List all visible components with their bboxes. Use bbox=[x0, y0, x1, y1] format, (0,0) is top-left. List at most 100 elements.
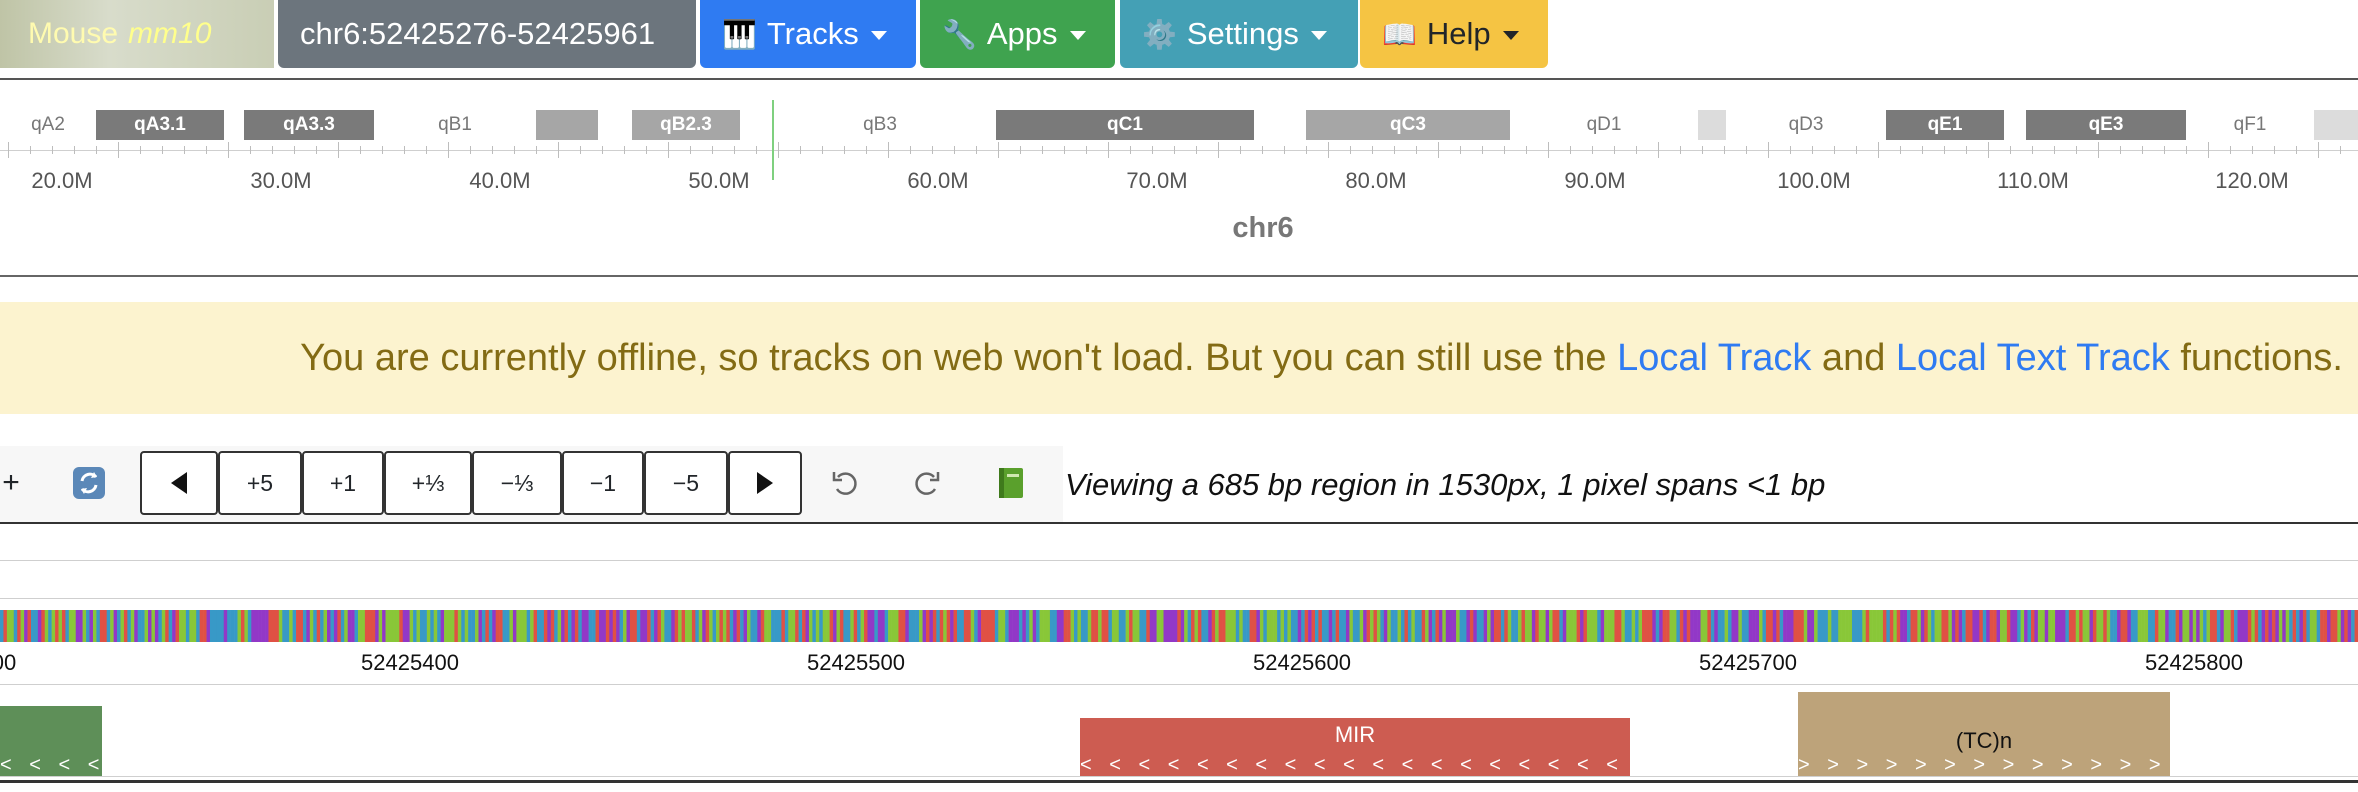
base-T bbox=[2282, 610, 2287, 642]
ruler-tick bbox=[2098, 142, 2099, 158]
reset-view-button[interactable] bbox=[66, 451, 112, 515]
apps-menu-button[interactable]: 🔧 Apps bbox=[920, 0, 1115, 68]
base-A bbox=[2051, 610, 2056, 642]
base-G bbox=[1366, 610, 1371, 642]
base-C bbox=[2351, 610, 2355, 642]
base-C bbox=[1514, 610, 1519, 642]
base-T bbox=[598, 610, 603, 642]
ruler-tick bbox=[580, 146, 581, 154]
base-C bbox=[664, 610, 669, 642]
local-track-link[interactable]: Local Track bbox=[1617, 337, 1811, 380]
base-T bbox=[1734, 610, 1739, 642]
ruler-tick bbox=[1306, 146, 1307, 154]
zoom-in-5-button[interactable]: +5 bbox=[218, 451, 302, 515]
caret-down-icon bbox=[1069, 30, 1086, 40]
ruler-tick bbox=[2186, 146, 2187, 154]
repeat-feature[interactable]: MIR < < < < < < < < < < < < < < < < < < <… bbox=[1080, 718, 1630, 776]
ruler-tick bbox=[8, 142, 9, 158]
base-A bbox=[189, 610, 194, 642]
base-A bbox=[10, 610, 15, 642]
base-G bbox=[1924, 610, 1929, 642]
help-menu-button[interactable]: 📖 Help bbox=[1360, 0, 1548, 68]
base-C bbox=[2289, 610, 2293, 642]
base-T bbox=[1363, 610, 1367, 642]
base-A bbox=[891, 610, 896, 642]
base-C bbox=[313, 610, 317, 642]
base-A bbox=[6, 610, 11, 642]
base-T bbox=[1900, 610, 1904, 642]
base-A bbox=[836, 610, 841, 642]
zoom-in-1-button[interactable]: +1 bbox=[302, 451, 384, 515]
base-C bbox=[1049, 610, 1054, 642]
tracks-menu-button[interactable]: 🎹 Tracks bbox=[700, 0, 916, 68]
alert-text: You are currently offline, so tracks on … bbox=[300, 336, 1618, 379]
base-C bbox=[1418, 610, 1422, 642]
dna-sequence-track[interactable] bbox=[0, 610, 2358, 642]
chromosome-ideogram[interactable]: qA2 qA3.1 qA3.3 qB1 qB2.3 qB3 qC1 qC3 qD1 qD3 qE1 q… bbox=[0, 110, 2358, 140]
base-G bbox=[2123, 610, 2128, 642]
base-C bbox=[419, 610, 424, 642]
base-T bbox=[877, 610, 882, 642]
genome-brand[interactable]: Mouse mm10 bbox=[0, 0, 274, 68]
base-A bbox=[2185, 610, 2190, 642]
base-G bbox=[1249, 610, 1254, 642]
button-label: −⅓ bbox=[500, 469, 534, 496]
base-T bbox=[89, 610, 94, 642]
base-C bbox=[667, 610, 672, 642]
redo-button[interactable] bbox=[904, 451, 950, 515]
base-A bbox=[698, 610, 703, 642]
repeat-feature[interactable]: (TC)n> > > > > > > > > > > > > > > > > >… bbox=[1798, 692, 2170, 776]
base-C bbox=[227, 610, 231, 642]
base-A bbox=[444, 610, 448, 642]
history-book-button[interactable] bbox=[990, 451, 1032, 515]
base-C bbox=[340, 610, 345, 642]
zoom-in-third-button[interactable]: +⅓ bbox=[384, 451, 472, 515]
base-A bbox=[1194, 610, 1199, 642]
zoom-out-third-button[interactable]: −⅓ bbox=[472, 451, 562, 515]
base-C bbox=[2065, 610, 2070, 642]
settings-menu-button[interactable]: ⚙️ Settings bbox=[1120, 0, 1358, 68]
base-G bbox=[1373, 610, 1378, 642]
base-C bbox=[1655, 610, 1660, 642]
ruler-tick bbox=[52, 146, 53, 154]
base-G bbox=[781, 610, 786, 642]
base-G bbox=[1796, 610, 1801, 642]
base-T bbox=[2347, 610, 2352, 642]
zoom-out-1-button[interactable]: −1 bbox=[562, 451, 644, 515]
base-T bbox=[2340, 610, 2345, 642]
base-A bbox=[1232, 610, 1237, 642]
base-A bbox=[1270, 610, 1274, 642]
base-C bbox=[554, 610, 558, 642]
coordinate-label: 52425800 bbox=[2145, 650, 2243, 675]
pan-right-button[interactable] bbox=[728, 451, 802, 515]
base-G bbox=[967, 610, 972, 642]
zoom-out-5-button[interactable]: −5 bbox=[644, 451, 728, 515]
base-A bbox=[1411, 610, 1416, 642]
base-G bbox=[165, 610, 169, 642]
base-C bbox=[234, 610, 238, 642]
base-T bbox=[1483, 610, 1488, 642]
repeat-feature[interactable]: < < < < < < < < < < < < < < < < < < < < … bbox=[0, 706, 102, 776]
add-track-button[interactable]: + bbox=[0, 451, 22, 515]
base-A bbox=[1266, 610, 1271, 642]
undo-button[interactable] bbox=[822, 451, 868, 515]
pan-left-button[interactable] bbox=[140, 451, 218, 515]
current-region-marker bbox=[772, 100, 774, 180]
base-G bbox=[760, 610, 765, 642]
base-G bbox=[1552, 610, 1557, 642]
divider bbox=[0, 780, 2358, 783]
base-A bbox=[409, 610, 414, 642]
base-A bbox=[475, 610, 479, 642]
local-text-track-link[interactable]: Local Text Track bbox=[1896, 337, 2170, 380]
book-icon: 📖 bbox=[1382, 18, 1417, 50]
base-A bbox=[1538, 610, 1543, 642]
base-C bbox=[320, 610, 324, 642]
base-A bbox=[2106, 610, 2111, 642]
ruler-tick bbox=[360, 146, 361, 154]
base-C bbox=[1325, 610, 1330, 642]
base-A bbox=[1287, 610, 1292, 642]
region-button[interactable]: chr6:52425276-52425961 bbox=[278, 0, 696, 68]
base-C bbox=[1118, 610, 1123, 642]
base-T bbox=[1438, 610, 1443, 642]
base-T bbox=[251, 610, 256, 642]
